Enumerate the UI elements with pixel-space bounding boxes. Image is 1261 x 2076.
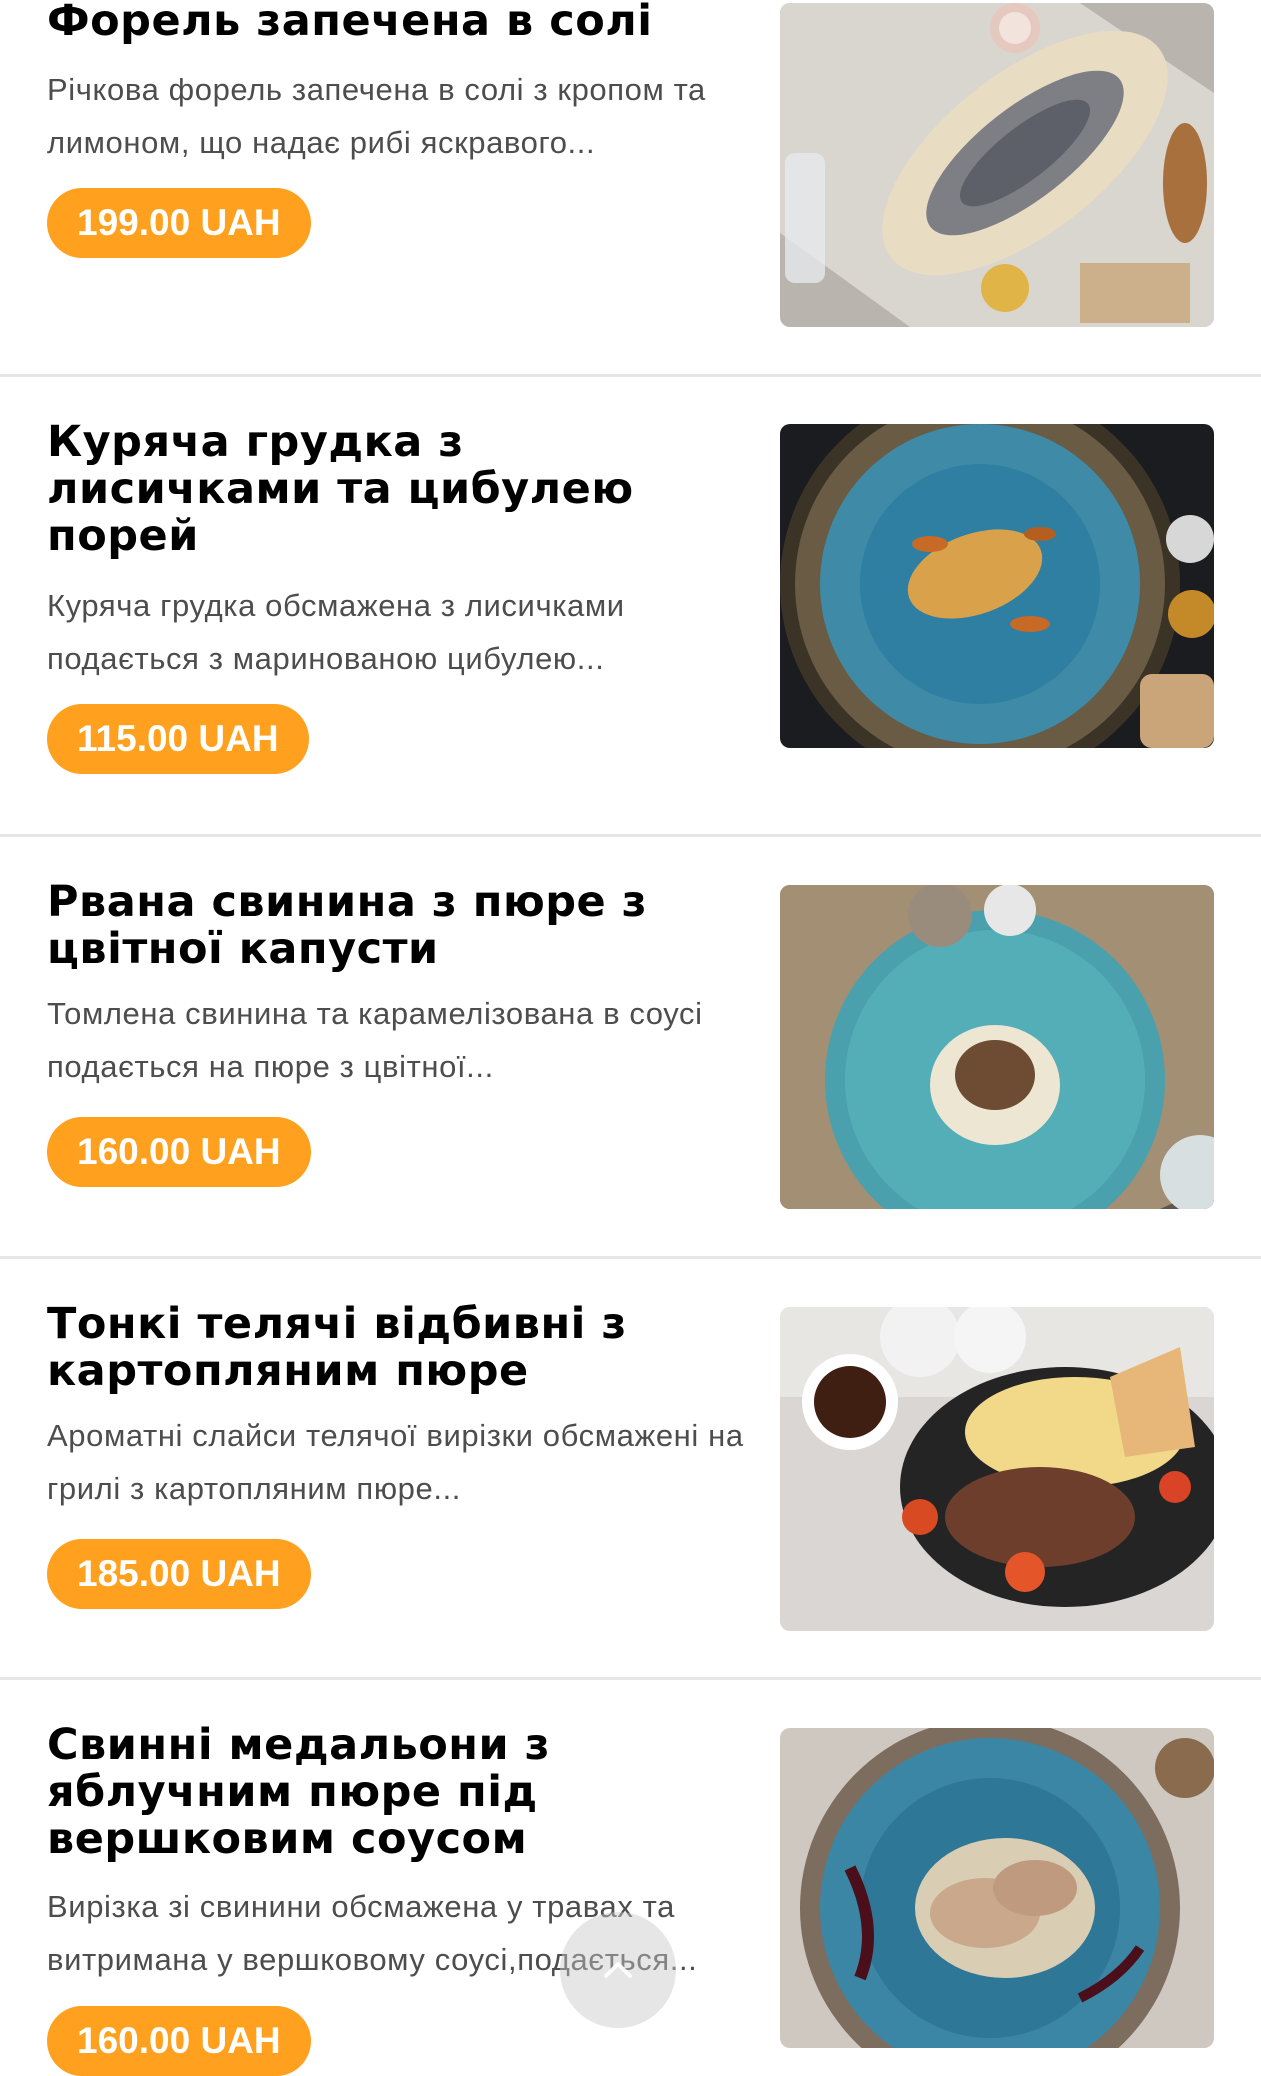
dish-photo[interactable] <box>780 3 1214 327</box>
dish-description: Куряча грудка обсмажена з лисичками пода… <box>47 588 625 676</box>
menu-item[interactable]: Куряча грудка з лисичками та цибулею пор… <box>0 377 1261 837</box>
menu-item[interactable]: Тонкі телячі відбивні з картопляним пюре… <box>0 1259 1261 1679</box>
dish-photo[interactable] <box>780 885 1214 1209</box>
price-button[interactable]: 115.00 UAH <box>47 704 309 774</box>
dish-title: Форель запечена в солі <box>47 0 653 46</box>
menu-item[interactable]: Рвана свинина з пюре з цвітної капусти Т… <box>0 837 1261 1257</box>
dish-title: Свинні медальони з яблучним пюре під вер… <box>47 1720 551 1864</box>
scroll-top-button[interactable] <box>560 1912 676 2028</box>
dish-photo[interactable] <box>780 1307 1214 1631</box>
price-button[interactable]: 185.00 UAH <box>47 1539 311 1609</box>
dish-description: Річкова форель запечена в солі з кропом … <box>47 72 706 160</box>
price-button[interactable]: 199.00 UAH <box>47 188 311 258</box>
dish-description: Томлена свинина та карамелізована в соус… <box>47 996 703 1084</box>
price-button[interactable]: 160.00 UAH <box>47 2006 311 2076</box>
menu-item[interactable]: Форель запечена в солі Річкова форель за… <box>0 0 1261 376</box>
dish-description: Ароматні слайси телячої вирізки обсмажен… <box>47 1418 744 1506</box>
dish-photo[interactable] <box>780 1728 1214 2048</box>
chevron-up-icon <box>604 1962 632 1978</box>
price-button[interactable]: 160.00 UAH <box>47 1117 311 1187</box>
dish-photo[interactable] <box>780 424 1214 748</box>
dish-title: Куряча грудка з лисичками та цибулею пор… <box>47 417 634 561</box>
dish-title: Рвана свинина з пюре з цвітної капусти <box>47 877 648 974</box>
dish-title: Тонкі телячі відбивні з картопляним пюре <box>47 1299 627 1396</box>
menu-list: Форель запечена в солі Річкова форель за… <box>0 0 1261 2076</box>
